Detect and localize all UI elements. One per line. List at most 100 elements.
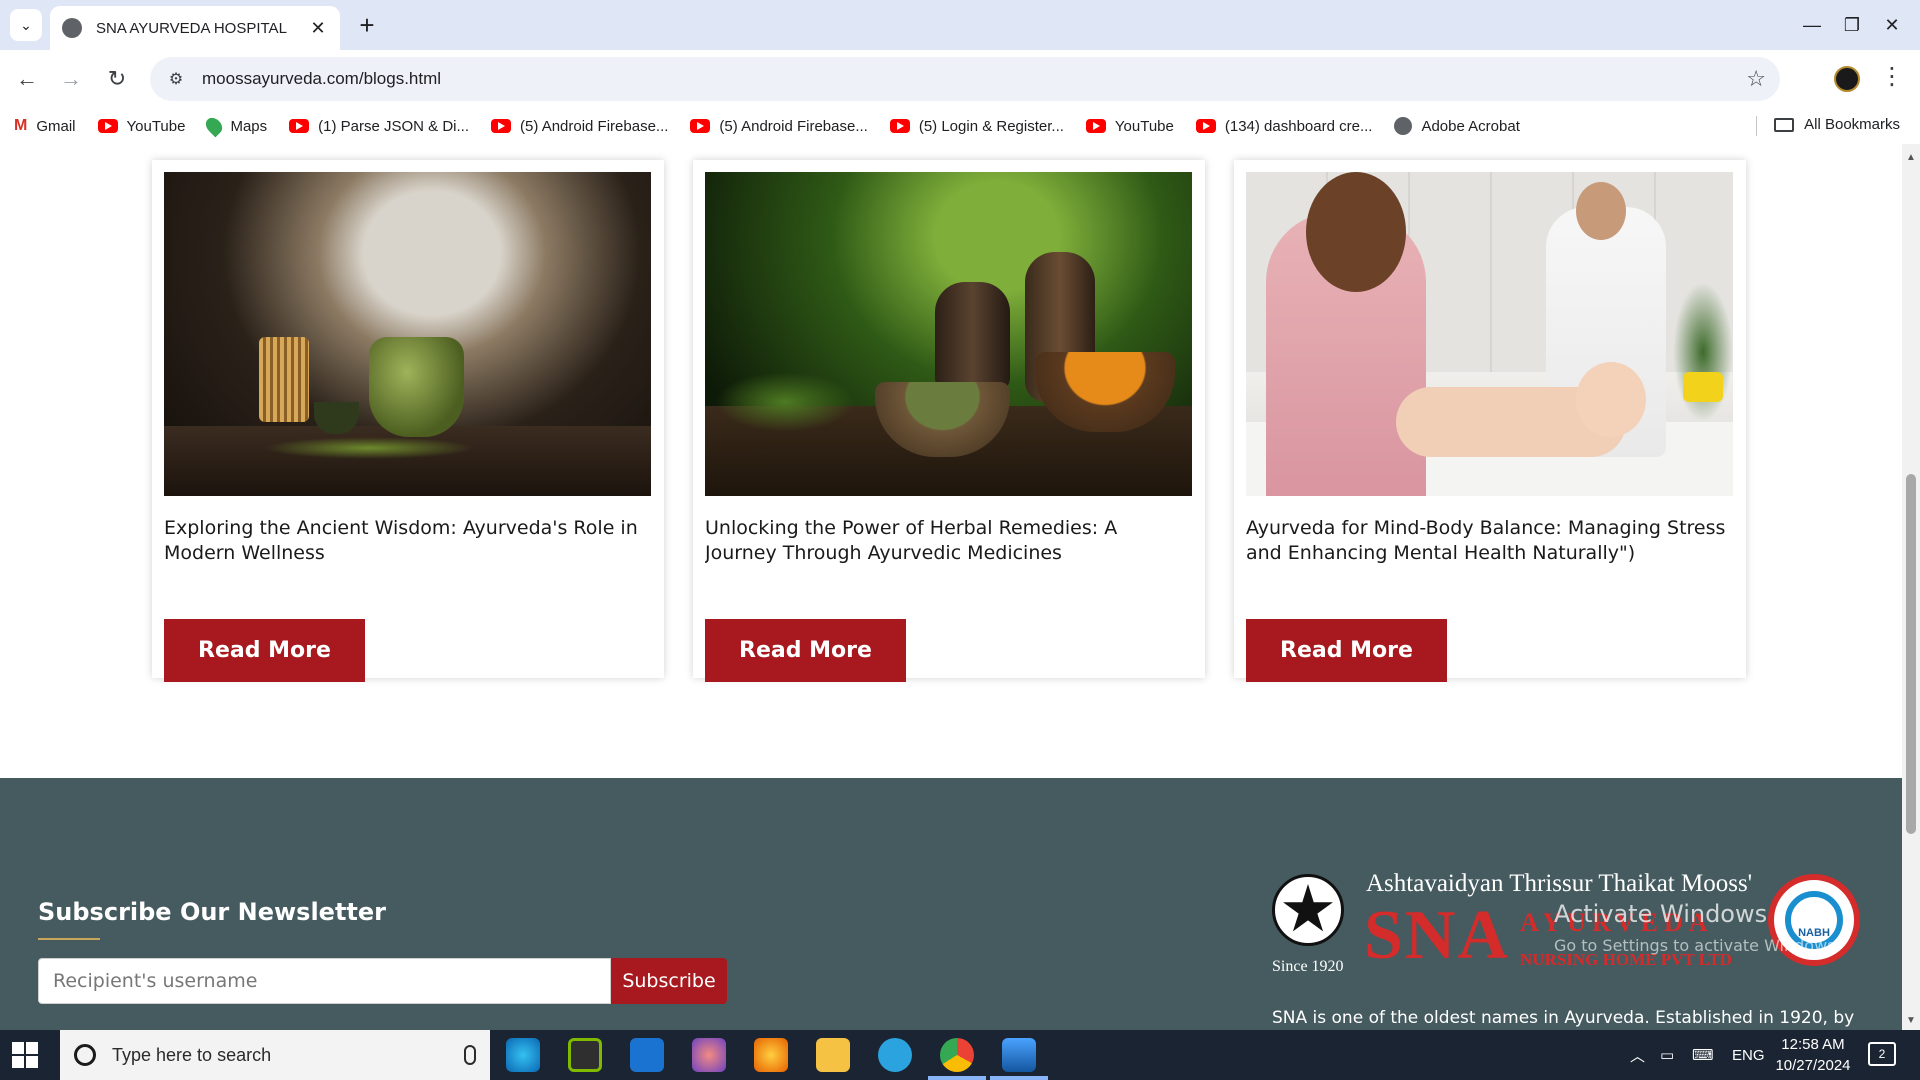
bookmark-item[interactable]: YouTube bbox=[97, 117, 186, 135]
windows-start-icon[interactable] bbox=[12, 1042, 38, 1068]
scrollbar-thumb[interactable] bbox=[1906, 474, 1916, 834]
taskbar-search-placeholder: Type here to search bbox=[112, 1044, 272, 1065]
blog-image-matcha bbox=[164, 172, 651, 496]
address-bar[interactable]: ⚙ moossayurveda.com/blogs.html ☆ bbox=[150, 57, 1780, 101]
bookmark-item[interactable]: YouTube bbox=[1085, 117, 1174, 135]
bookmarks-separator bbox=[1756, 116, 1757, 136]
forward-icon[interactable]: → bbox=[54, 62, 88, 96]
globe-icon bbox=[62, 18, 82, 38]
taskbar-search[interactable]: Type here to search bbox=[60, 1030, 490, 1080]
cortana-icon bbox=[74, 1044, 96, 1066]
title-underline bbox=[38, 938, 100, 940]
youtube-icon bbox=[1195, 119, 1216, 133]
site-info-icon[interactable]: ⚙ bbox=[164, 67, 188, 91]
keyboard-icon[interactable]: ⌨ bbox=[1692, 1030, 1714, 1080]
read-more-button[interactable]: Read More bbox=[164, 619, 365, 682]
logo-tagline: Ashtavaidyan Thrissur Thaikat Mooss' bbox=[1366, 870, 1753, 897]
telegram-icon[interactable] bbox=[878, 1038, 912, 1072]
clock-date: 10/27/2024 bbox=[1775, 1057, 1851, 1074]
close-window-button[interactable]: ✕ bbox=[1868, 8, 1916, 42]
globe-icon bbox=[1394, 117, 1413, 135]
firefox-icon[interactable] bbox=[754, 1038, 788, 1072]
footer-description: SNA is one of the oldest names in Ayurve… bbox=[1272, 1008, 1855, 1028]
scroll-up-icon[interactable]: ▲ bbox=[1906, 152, 1916, 163]
all-bookmarks-button[interactable]: All Bookmarks bbox=[1774, 116, 1900, 133]
blog-card: Unlocking the Power of Herbal Remedies: … bbox=[693, 160, 1205, 682]
battery-icon[interactable]: ▭ bbox=[1660, 1030, 1674, 1080]
page-scrollbar[interactable]: ▲ ▼ bbox=[1902, 144, 1920, 1030]
notification-center-icon[interactable]: 2 bbox=[1868, 1042, 1896, 1066]
logo-since: Since 1920 bbox=[1272, 958, 1344, 975]
tab-title: SNA AYURVEDA HOSPITAL bbox=[96, 19, 287, 37]
tab-search-button[interactable]: ⌄ bbox=[10, 9, 42, 41]
youtube-icon bbox=[491, 119, 512, 133]
bookmark-item[interactable]: Adobe Acrobat bbox=[1394, 117, 1520, 135]
bookmarks-bar: M Gmail YouTube Maps (1) Parse JSON & Di… bbox=[0, 108, 1920, 144]
edge-icon[interactable] bbox=[506, 1038, 540, 1072]
microphone-icon[interactable] bbox=[464, 1045, 476, 1065]
sna-seal-logo bbox=[1272, 874, 1344, 946]
language-indicator[interactable]: ENG bbox=[1732, 1030, 1765, 1080]
scroll-down-icon[interactable]: ▼ bbox=[1906, 1015, 1916, 1026]
windows-taskbar: Type here to search ︿ ▭ ⌨ ENG 12:58 AM 1… bbox=[0, 1030, 1920, 1080]
bookmark-label: (5) Android Firebase... bbox=[719, 117, 868, 135]
youtube-icon bbox=[889, 119, 910, 133]
bookmark-label: Adobe Acrobat bbox=[1421, 117, 1520, 135]
bookmark-item[interactable]: (134) dashboard cre... bbox=[1195, 117, 1373, 135]
blog-card-title: Unlocking the Power of Herbal Remedies: … bbox=[705, 517, 1118, 564]
reload-icon[interactable]: ↻ bbox=[100, 62, 134, 96]
read-more-button[interactable]: Read More bbox=[705, 619, 906, 682]
read-more-button[interactable]: Read More bbox=[1246, 619, 1447, 682]
site-footer: Subscribe Our Newsletter Subscribe Since… bbox=[0, 778, 1902, 1030]
youtube-icon bbox=[97, 119, 118, 133]
photos-icon[interactable] bbox=[1002, 1038, 1036, 1072]
file-explorer-icon[interactable] bbox=[816, 1038, 850, 1072]
blog-card: Ayurveda for Mind-Body Balance: Managing… bbox=[1234, 160, 1746, 682]
subscribe-button[interactable]: Subscribe bbox=[611, 958, 727, 1004]
chrome-icon[interactable] bbox=[940, 1038, 974, 1072]
all-bookmarks-label: All Bookmarks bbox=[1804, 116, 1900, 133]
active-app-indicator bbox=[990, 1076, 1048, 1080]
tray-chevron-icon[interactable]: ︿ bbox=[1630, 1030, 1645, 1080]
chevron-down-icon: ⌄ bbox=[20, 16, 32, 33]
bookmark-item[interactable]: M Gmail bbox=[14, 117, 76, 135]
store-icon[interactable] bbox=[568, 1038, 602, 1072]
url-text[interactable]: moossayurveda.com/blogs.html bbox=[202, 69, 441, 89]
bookmark-label: (134) dashboard cre... bbox=[1224, 117, 1373, 135]
active-app-indicator bbox=[928, 1076, 986, 1080]
bookmark-item[interactable]: (5) Android Firebase... bbox=[690, 117, 868, 135]
bookmark-item[interactable]: Maps bbox=[203, 114, 268, 138]
gmail-icon: M bbox=[14, 117, 28, 134]
bookmark-label: YouTube bbox=[1114, 117, 1174, 135]
menu-kebab-icon[interactable]: ⋮ bbox=[1880, 62, 1904, 91]
newsletter-title: Subscribe Our Newsletter bbox=[38, 898, 386, 926]
blog-card-title: Exploring the Ancient Wisdom: Ayurveda's… bbox=[164, 517, 638, 564]
bookmark-label: YouTube bbox=[126, 117, 186, 135]
newsletter-email-input[interactable] bbox=[38, 958, 611, 1004]
bookmark-label: Maps bbox=[230, 117, 268, 135]
blog-card-title: Ayurveda for Mind-Body Balance: Managing… bbox=[1246, 517, 1726, 564]
new-tab-button[interactable]: + bbox=[352, 10, 382, 40]
clock-time: 12:58 AM bbox=[1781, 1036, 1845, 1053]
folder-icon bbox=[1774, 117, 1795, 132]
bookmark-star-icon[interactable]: ☆ bbox=[1746, 66, 1766, 92]
mail-icon[interactable] bbox=[630, 1038, 664, 1072]
bookmark-item[interactable]: (5) Android Firebase... bbox=[491, 118, 668, 135]
activate-windows-subtext: Go to Settings to activate Windows. bbox=[1554, 936, 1841, 955]
taskbar-clock[interactable]: 12:58 AM 10/27/2024 bbox=[1768, 1034, 1858, 1076]
logo-main-text: SNA bbox=[1364, 897, 1511, 974]
profile-avatar[interactable] bbox=[1834, 66, 1860, 92]
youtube-icon bbox=[1085, 119, 1106, 133]
close-tab-icon[interactable]: ✕ bbox=[308, 18, 328, 38]
browser-tab-active[interactable]: SNA AYURVEDA HOSPITAL ✕ bbox=[50, 6, 340, 50]
browser-toolbar: ← → ↻ ⚙ moossayurveda.com/blogs.html ☆ ⋮ bbox=[0, 50, 1920, 108]
bookmark-label: Gmail bbox=[36, 117, 76, 135]
browser-tab-bar: ⌄ SNA AYURVEDA HOSPITAL ✕ + — ❐ ✕ bbox=[0, 0, 1920, 50]
bookmark-label: (1) Parse JSON & Di... bbox=[318, 117, 470, 135]
activate-windows-watermark: Activate Windows bbox=[1554, 900, 1768, 928]
bookmark-item[interactable]: (5) Login & Register... bbox=[889, 118, 1064, 135]
back-icon[interactable]: ← bbox=[10, 62, 44, 96]
paint-icon[interactable] bbox=[692, 1038, 726, 1072]
bookmark-item[interactable]: (1) Parse JSON & Di... bbox=[289, 118, 469, 135]
blog-card: Exploring the Ancient Wisdom: Ayurveda's… bbox=[152, 160, 664, 682]
